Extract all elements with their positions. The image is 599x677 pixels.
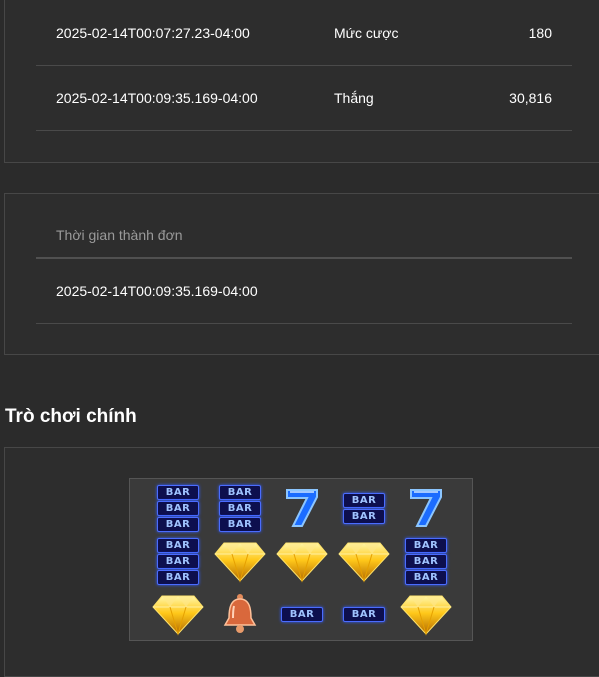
triple-bar-icon: BAR BAR BAR xyxy=(150,536,206,586)
table-row: 2025-02-14T00:09:35.169-04:00 Thắng 30,8… xyxy=(36,66,572,131)
bar-text: BAR xyxy=(343,508,385,524)
seven-icon xyxy=(398,483,454,533)
bar-text: BAR xyxy=(343,492,385,508)
completion-panel: Thời gian thành đơn 2025-02-14T00:09:35.… xyxy=(4,193,599,355)
completion-header: Thời gian thành đơn xyxy=(56,227,183,243)
diamond-icon xyxy=(212,536,268,586)
table-row: 2025-02-14T00:09:35.169-04:00 xyxy=(36,259,572,324)
bar-text: BAR xyxy=(219,500,261,516)
bar-text: BAR xyxy=(405,569,447,585)
row-value: 180 xyxy=(528,25,552,41)
row-time: 2025-02-14T00:09:35.169-04:00 xyxy=(56,90,258,106)
bell-icon xyxy=(212,589,268,639)
bar-text: BAR xyxy=(343,606,385,622)
bar-text: BAR xyxy=(219,516,261,532)
transaction-panel: 2025-02-14T00:07:27.23-04:00 Mức cược 18… xyxy=(4,0,599,163)
triple-bar-icon: BAR BAR BAR xyxy=(150,483,206,533)
single-bar-icon: BAR xyxy=(336,589,392,639)
single-bar-icon: BAR xyxy=(274,589,330,639)
bar-text: BAR xyxy=(157,537,199,553)
section-title: Trò chơi chính xyxy=(5,406,137,427)
bar-text: BAR xyxy=(157,516,199,532)
diamond-icon xyxy=(336,536,392,586)
bar-text: BAR xyxy=(219,484,261,500)
table-row: 2025-02-14T00:07:27.23-04:00 Mức cược 18… xyxy=(36,1,572,66)
row-value: 30,816 xyxy=(509,90,552,106)
diamond-icon xyxy=(150,589,206,639)
bar-text: BAR xyxy=(405,537,447,553)
bar-text: BAR xyxy=(405,553,447,569)
row-label: Mức cược xyxy=(334,25,399,41)
triple-bar-icon: BAR BAR BAR xyxy=(398,536,454,586)
bar-text: BAR xyxy=(157,500,199,516)
bar-text: BAR xyxy=(157,553,199,569)
seven-icon xyxy=(274,483,330,533)
triple-bar-icon: BAR BAR BAR xyxy=(212,483,268,533)
diamond-icon xyxy=(398,589,454,639)
completion-time: 2025-02-14T00:09:35.169-04:00 xyxy=(56,283,258,299)
diamond-icon xyxy=(274,536,330,586)
double-bar-icon: BAR BAR xyxy=(336,483,392,533)
bar-text: BAR xyxy=(157,484,199,500)
bar-text: BAR xyxy=(157,569,199,585)
row-label: Thắng xyxy=(334,90,374,106)
bar-text: BAR xyxy=(281,606,323,622)
row-time: 2025-02-14T00:07:27.23-04:00 xyxy=(56,25,250,41)
reel-board: BAR BAR BAR BAR BAR BAR BAR BAR BAR BAR BAR xyxy=(129,478,473,641)
